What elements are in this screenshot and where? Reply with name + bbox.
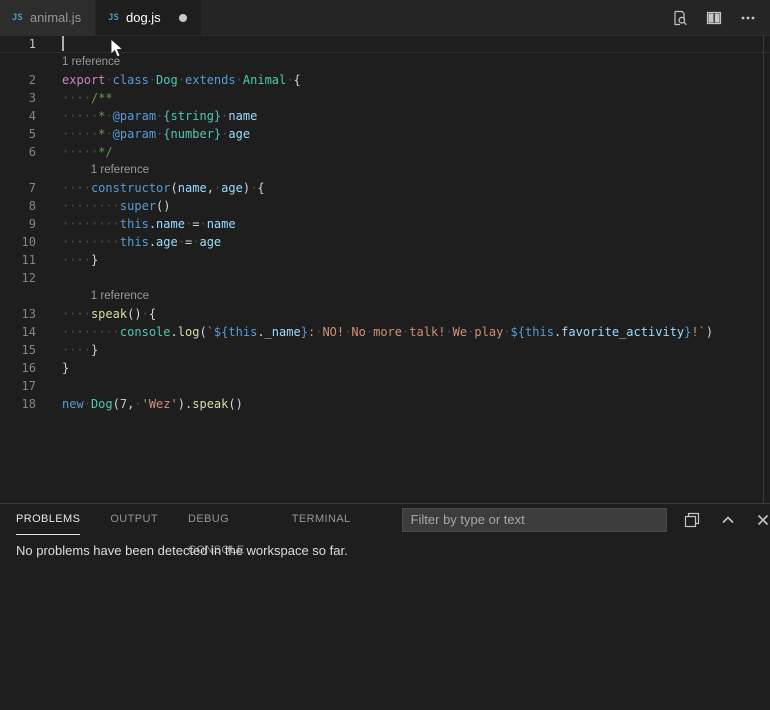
line-number: 7 <box>0 181 36 195</box>
js-file-icon: JS <box>12 13 23 23</box>
line-number: 6 <box>0 145 36 159</box>
line-number: 18 <box>0 397 36 411</box>
codelens-row[interactable]: 1 reference <box>0 161 770 179</box>
panel-tab-problems[interactable]: PROBLEMS <box>16 504 80 535</box>
code-line-10[interactable]: 10 ········this.age·=·age <box>0 233 770 251</box>
code-text: ·····*·@param·{string}·name <box>62 107 257 125</box>
code-text: ········this.age·=·age <box>62 233 221 251</box>
code-line-13[interactable]: 13 ····speak()·{ <box>0 305 770 323</box>
code-line-17[interactable]: 17 <box>0 377 770 395</box>
panel-actions <box>684 512 770 528</box>
code-text: } <box>62 359 69 377</box>
split-editor-icon[interactable] <box>706 10 722 26</box>
line-number: 14 <box>0 325 36 339</box>
js-file-icon: JS <box>108 13 119 23</box>
line-number: 8 <box>0 199 36 213</box>
panel-tab-debug-console[interactable]: DEBUG CONSOLE <box>188 504 262 535</box>
line-number: 2 <box>0 73 36 87</box>
code-line-11[interactable]: 11 ····} <box>0 251 770 269</box>
line-number: 15 <box>0 343 36 357</box>
codelens-reference-link[interactable]: 1 reference <box>91 164 149 176</box>
code-line-5[interactable]: 5 ·····*·@param·{number}·age <box>0 125 770 143</box>
code-line-12[interactable]: 12 <box>0 269 770 287</box>
line-number: 4 <box>0 109 36 123</box>
code-text: ····constructor(name,·age)·{ <box>62 179 265 197</box>
panel-tab-terminal[interactable]: TERMINAL <box>292 504 351 535</box>
collapse-all-icon[interactable] <box>684 512 700 528</box>
file-search-icon[interactable] <box>672 10 688 26</box>
line-number: 9 <box>0 217 36 231</box>
more-actions-icon[interactable] <box>740 10 756 26</box>
editor-tab-bar: JS animal.js JS dog.js <box>0 0 770 35</box>
code-text: ········this.name·=·name <box>62 215 236 233</box>
editor-tab-animal-js[interactable]: JS animal.js <box>0 0 96 35</box>
line-number: 5 <box>0 127 36 141</box>
code-line-2[interactable]: 2 export·class·Dog·extends·Animal·{ <box>0 71 770 89</box>
code-editor[interactable]: 1 1 reference 2 export·class·Dog·extends·An… <box>0 35 770 503</box>
line-number: 10 <box>0 235 36 249</box>
tab-label: dog.js <box>126 10 161 25</box>
editor-actions <box>672 0 770 35</box>
code-text: export·class·Dog·extends·Animal·{ <box>62 71 301 89</box>
unsaved-dot-icon[interactable] <box>179 14 187 22</box>
code-text: ····speak()·{ <box>62 305 156 323</box>
codelens-row[interactable]: 1 reference <box>0 287 770 305</box>
tab-label: animal.js <box>30 10 81 25</box>
code-text: ·····*/ <box>62 143 113 161</box>
panel-tab-group: PROBLEMS OUTPUT DEBUG CONSOLE TERMINAL <box>16 504 381 535</box>
close-icon[interactable] <box>756 513 770 527</box>
code-text: ····} <box>62 341 98 359</box>
code-line-14[interactable]: 14 ········console.log(`${this._name}:·NO… <box>0 323 770 341</box>
editor-lines: 1 1 reference 2 export·class·Dog·extends·An… <box>0 35 770 413</box>
code-text: ·····*·@param·{number}·age <box>62 125 250 143</box>
line-number: 1 <box>0 37 36 51</box>
codelens-reference-link[interactable]: 1 reference <box>91 290 149 302</box>
code-text: new·Dog(7,·'Wez').speak() <box>62 395 243 413</box>
tab-group: JS animal.js JS dog.js <box>0 0 202 35</box>
code-text: ········super() <box>62 197 171 215</box>
code-line-4[interactable]: 4 ·····*·@param·{string}·name <box>0 107 770 125</box>
codelens-reference-link[interactable]: 1 reference <box>62 56 120 68</box>
code-text: ····} <box>62 251 98 269</box>
panel-header: PROBLEMS OUTPUT DEBUG CONSOLE TERMINAL <box>0 504 770 535</box>
code-line-15[interactable]: 15 ····} <box>0 341 770 359</box>
line-number: 17 <box>0 379 36 393</box>
code-line-1[interactable]: 1 <box>0 35 770 53</box>
code-line-7[interactable]: 7 ····constructor(name,·age)·{ <box>0 179 770 197</box>
line-number: 13 <box>0 307 36 321</box>
line-number: 3 <box>0 91 36 105</box>
editor-tab-dog-js[interactable]: JS dog.js <box>96 0 202 35</box>
editor-scrollbar[interactable] <box>763 35 764 503</box>
code-text <box>62 35 64 53</box>
code-line-6[interactable]: 6 ·····*/ <box>0 143 770 161</box>
code-line-16[interactable]: 16} <box>0 359 770 377</box>
chevron-up-icon[interactable] <box>720 512 736 528</box>
line-number: 16 <box>0 361 36 375</box>
code-line-8[interactable]: 8 ········super() <box>0 197 770 215</box>
problems-filter-input[interactable] <box>402 508 667 532</box>
code-line-18[interactable]: 18 new·Dog(7,·'Wez').speak() <box>0 395 770 413</box>
line-number: 12 <box>0 271 36 285</box>
problems-empty-message: No problems have been detected in the wo… <box>16 543 770 558</box>
text-caret <box>62 36 64 51</box>
bottom-panel: PROBLEMSOUTPUTDEBUG CONSOLETERMINAL No p <box>0 503 770 710</box>
code-text: ····/** <box>62 89 113 107</box>
code-line-3[interactable]: 3 ····/** <box>0 89 770 107</box>
line-number: 11 <box>0 253 36 267</box>
codelens-row[interactable]: 1 reference <box>0 53 770 71</box>
code-line-9[interactable]: 9 ········this.name·=·name <box>0 215 770 233</box>
code-text: ········console.log(`${this._name}:·NO!·… <box>62 323 713 341</box>
panel-tab-output[interactable]: OUTPUT <box>110 504 158 535</box>
